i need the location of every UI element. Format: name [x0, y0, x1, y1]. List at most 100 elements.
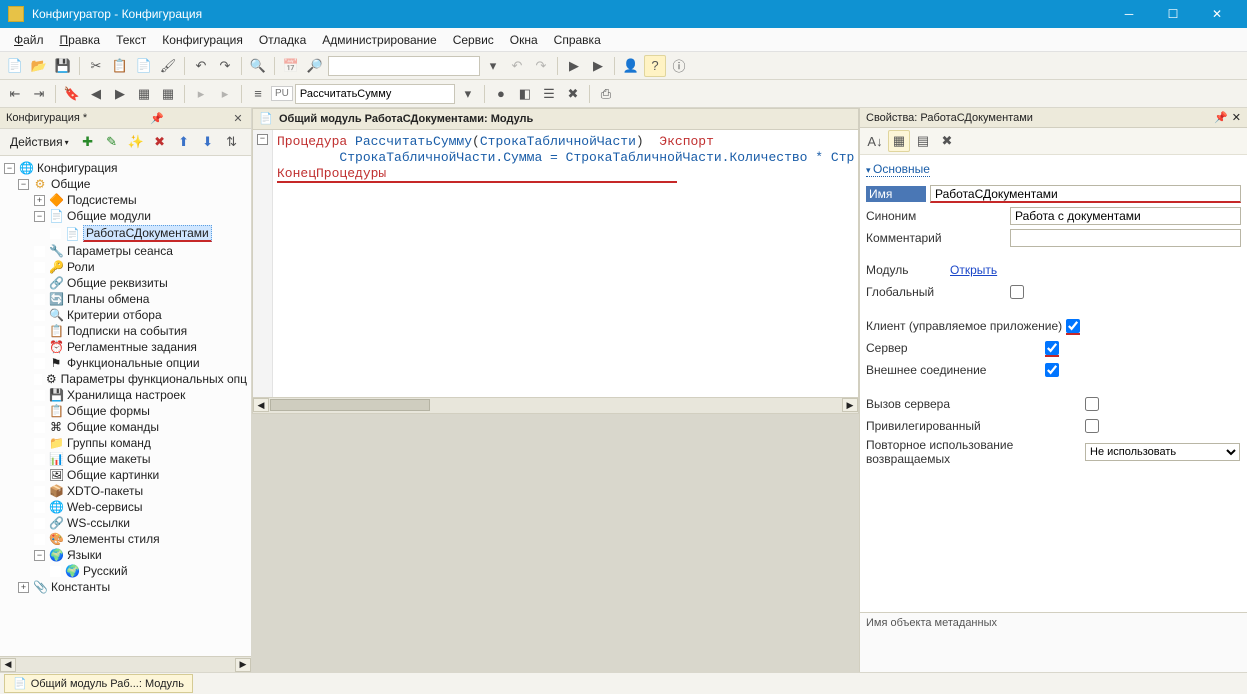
paste-icon[interactable]: 📄: [133, 55, 155, 77]
tree-item[interactable]: Языки: [67, 548, 102, 562]
bp-del-icon[interactable]: ✖: [562, 83, 584, 105]
tree-root[interactable]: Конфигурация: [37, 161, 118, 175]
menu-admin[interactable]: Администрирование: [314, 31, 444, 49]
bp-tool-icon[interactable]: ◧: [514, 83, 536, 105]
menu-debug[interactable]: Отладка: [251, 31, 314, 49]
run-icon[interactable]: ▶: [563, 55, 585, 77]
indent-right-icon[interactable]: ⇥: [28, 83, 50, 105]
prop-reuse-select[interactable]: Не использовать: [1085, 443, 1240, 461]
tree-lang-ru[interactable]: Русский: [83, 564, 128, 578]
new-icon[interactable]: 📄: [4, 55, 26, 77]
dropdown-icon[interactable]: ▾: [482, 55, 504, 77]
prop-client-managed-checkbox[interactable]: [1066, 319, 1080, 333]
config-tree[interactable]: −🌐Конфигурация −⚙Общие +🔶Подсистемы −📄Об…: [0, 156, 251, 656]
tree-module-selected[interactable]: РаботаСДокументами: [83, 225, 212, 242]
close-icon[interactable]: ✕: [1232, 111, 1241, 124]
clear-icon[interactable]: ✖: [936, 130, 958, 152]
tree-constants[interactable]: Константы: [51, 580, 110, 594]
prop-server-call-checkbox[interactable]: [1085, 397, 1099, 411]
misc-icon[interactable]: ⎙: [595, 83, 617, 105]
tree-item[interactable]: Общие команды: [67, 420, 159, 434]
undo-icon[interactable]: ↶: [190, 55, 212, 77]
down-icon[interactable]: ⬇: [197, 131, 219, 153]
menu-help[interactable]: Справка: [546, 31, 609, 49]
window-tab[interactable]: 📄 Общий модуль Раб...: Модуль: [4, 674, 193, 693]
tree-item[interactable]: WS-ссылки: [67, 516, 130, 530]
prop-privileged-checkbox[interactable]: [1085, 419, 1099, 433]
tree-item[interactable]: Планы обмена: [67, 292, 149, 306]
tree-item[interactable]: XDTO-пакеты: [67, 484, 143, 498]
tree-item[interactable]: Подписки на события: [67, 324, 187, 338]
scroll-right-icon[interactable]: ▶: [842, 398, 858, 412]
pin-icon[interactable]: 📌: [150, 112, 164, 125]
scroll-thumb[interactable]: [270, 399, 430, 411]
editor-hscroll[interactable]: ◀ ▶: [252, 398, 859, 414]
bookmark-icon[interactable]: 🔖: [61, 83, 83, 105]
fold-icon[interactable]: −: [257, 134, 268, 145]
help-tool-icon[interactable]: 👤: [620, 55, 642, 77]
maximize-button[interactable]: ☐: [1151, 0, 1195, 28]
prop-comment-input[interactable]: [1010, 229, 1241, 247]
scroll-right-icon[interactable]: ▶: [235, 658, 251, 672]
search-icon[interactable]: 🔍: [247, 55, 269, 77]
find-icon[interactable]: 🔎: [304, 55, 326, 77]
tree-item[interactable]: Элементы стиля: [67, 532, 160, 546]
tree-item[interactable]: Группы команд: [67, 436, 151, 450]
proc-list-icon[interactable]: ≡: [247, 83, 269, 105]
bookmark-fwd-icon[interactable]: ▶: [109, 83, 131, 105]
tree-common[interactable]: Общие: [51, 177, 90, 191]
add-icon[interactable]: ✚: [77, 131, 99, 153]
info-icon[interactable]: ⓘ: [668, 55, 690, 77]
tree-item[interactable]: Web-сервисы: [67, 500, 143, 514]
open-icon[interactable]: 📂: [28, 55, 50, 77]
filter-icon[interactable]: ▤: [912, 130, 934, 152]
up-icon[interactable]: ⬆: [173, 131, 195, 153]
helpq-icon[interactable]: ?: [644, 55, 666, 77]
tree-hscroll[interactable]: ◀ ▶: [0, 656, 251, 672]
delete-icon[interactable]: ✖: [149, 131, 171, 153]
tree-item[interactable]: Общие картинки: [67, 468, 159, 482]
category-icon[interactable]: ▦: [888, 130, 910, 152]
tree-item[interactable]: Регламентные задания: [67, 340, 197, 354]
actions-menu[interactable]: Действия▾: [4, 133, 75, 151]
menu-text[interactable]: Текст: [108, 31, 154, 49]
section-main[interactable]: Основные: [866, 162, 930, 177]
paint-icon[interactable]: 🖌: [157, 55, 179, 77]
combo-drop-icon[interactable]: ▾: [457, 83, 479, 105]
indent-left-icon[interactable]: ⇤: [4, 83, 26, 105]
prop-synonym-input[interactable]: [1010, 207, 1241, 225]
prop-name-input[interactable]: [930, 185, 1241, 203]
breakpoint-icon[interactable]: ●: [490, 83, 512, 105]
tree-item[interactable]: Общие формы: [67, 404, 150, 418]
save-icon[interactable]: 💾: [52, 55, 74, 77]
tree-item[interactable]: Хранилища настроек: [67, 388, 185, 402]
menu-file[interactable]: Файл: [6, 31, 52, 49]
redo-icon[interactable]: ↷: [214, 55, 236, 77]
tree-item[interactable]: Критерии отбора: [67, 308, 162, 322]
close-icon[interactable]: ✕: [231, 111, 245, 125]
edit-icon[interactable]: ✎: [101, 131, 123, 153]
close-button[interactable]: ✕: [1195, 0, 1239, 28]
bookmark-back-icon[interactable]: ◀: [85, 83, 107, 105]
prop-global-checkbox[interactable]: [1010, 285, 1024, 299]
block2-icon[interactable]: ▦: [157, 83, 179, 105]
prop-module-open-link[interactable]: Открыть: [950, 263, 997, 277]
procedure-combo[interactable]: [295, 84, 455, 104]
code-editor[interactable]: − Процедура РассчитатьСумму(СтрокаТаблич…: [252, 130, 859, 398]
tree-item[interactable]: Роли: [67, 260, 95, 274]
sort-icon[interactable]: ⇅: [221, 131, 243, 153]
bp-list-icon[interactable]: ☰: [538, 83, 560, 105]
minimize-button[interactable]: ─: [1107, 0, 1151, 28]
pin-icon[interactable]: 📌: [1214, 111, 1228, 124]
wand-icon[interactable]: ✨: [125, 131, 147, 153]
menu-config[interactable]: Конфигурация: [154, 31, 251, 49]
tree-item[interactable]: Общие макеты: [67, 452, 151, 466]
menu-edit[interactable]: Правка: [52, 31, 109, 49]
tree-item[interactable]: Параметры функциональных опц: [61, 372, 247, 386]
menu-service[interactable]: Сервис: [445, 31, 502, 49]
menu-windows[interactable]: Окна: [502, 31, 546, 49]
debug-run-icon[interactable]: ▶: [587, 55, 609, 77]
tree-item[interactable]: Параметры сеанса: [67, 244, 173, 258]
prop-external-conn-checkbox[interactable]: [1045, 363, 1059, 377]
copy-icon[interactable]: 📋: [109, 55, 131, 77]
